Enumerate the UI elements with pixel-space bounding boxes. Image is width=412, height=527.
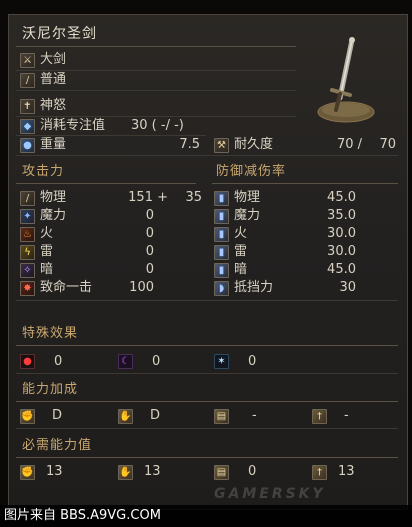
divider bbox=[16, 90, 296, 91]
dark-guard-icon: ▮ bbox=[214, 263, 229, 278]
weight-label: 重量 bbox=[40, 137, 67, 152]
gamersky-watermark: GAMERSKY bbox=[214, 486, 326, 502]
attack-critical-label: 致命一击 bbox=[40, 280, 93, 295]
faith-icon: † bbox=[312, 465, 327, 480]
effect-poison-value: 0 bbox=[152, 354, 161, 369]
divider bbox=[16, 373, 398, 374]
weight-value: 7.5 bbox=[179, 137, 200, 152]
divider bbox=[16, 300, 398, 301]
scaling-header-divider bbox=[16, 401, 398, 402]
attack-fire-value: 0 bbox=[145, 226, 154, 241]
attack-lightning-label: 雷 bbox=[40, 244, 54, 259]
lightning-guard-icon: ▮ bbox=[214, 245, 229, 260]
attack-physical-value: 151 + bbox=[128, 190, 168, 205]
fire-guard-icon: ▮ bbox=[214, 227, 229, 242]
durability-icon: ⚒ bbox=[214, 138, 229, 153]
effect-frost-value: 0 bbox=[248, 354, 257, 369]
scaling-header: 能力加成 bbox=[22, 382, 79, 397]
req-strength-value: 13 bbox=[46, 464, 63, 479]
magic-icon: ✦ bbox=[20, 209, 35, 224]
durability-label: 耐久度 bbox=[234, 137, 274, 152]
faith-icon: † bbox=[312, 409, 327, 424]
fire-icon: ♨ bbox=[20, 227, 35, 242]
dexterity-icon: ✋ bbox=[118, 409, 133, 424]
scaling-intelligence-value: - bbox=[252, 408, 257, 423]
durability-value: 70 / bbox=[336, 137, 362, 152]
attack-magic-value: 0 bbox=[145, 208, 154, 223]
defense-header-divider bbox=[212, 183, 398, 184]
lightning-icon: ϟ bbox=[20, 245, 35, 260]
attack-physical-label: 物理 bbox=[40, 190, 67, 205]
fp-cost-label: 消耗专注值 bbox=[40, 118, 106, 133]
critical-icon: ✸ bbox=[20, 281, 35, 296]
defense-physical-label: 物理 bbox=[234, 190, 261, 205]
defense-stability-value: 30 bbox=[339, 280, 356, 295]
defense-dark-value: 45.0 bbox=[327, 262, 356, 277]
fp-cost-icon: ◆ bbox=[20, 119, 35, 134]
defense-fire-label: 火 bbox=[234, 226, 248, 241]
attack-fire-label: 火 bbox=[40, 226, 54, 241]
attack-dark-value: 0 bbox=[145, 262, 154, 277]
stability-icon: ◗ bbox=[214, 281, 229, 296]
weapon-attack-type: 普通 bbox=[40, 72, 67, 87]
requirements-header: 必需能力值 bbox=[22, 438, 93, 453]
weapon-image bbox=[300, 32, 394, 126]
sword-icon: / bbox=[20, 191, 35, 206]
strength-icon: ✊ bbox=[20, 465, 35, 480]
greatsword-icon: ⚔ bbox=[20, 53, 35, 68]
physical-guard-icon: ▮ bbox=[214, 191, 229, 206]
scaling-dexterity-value: D bbox=[150, 408, 161, 423]
weapon-name: 沃尼尔圣剑 bbox=[22, 26, 97, 42]
effect-bleed-value: 0 bbox=[54, 354, 63, 369]
divider bbox=[16, 155, 398, 156]
defense-stability-label: 抵挡力 bbox=[234, 280, 274, 295]
effects-header-divider bbox=[16, 345, 398, 346]
weapon-skill: 神怒 bbox=[40, 98, 67, 113]
strength-icon: ✊ bbox=[20, 409, 35, 424]
attack-type-icon: / bbox=[20, 73, 35, 88]
attack-header: 攻击力 bbox=[22, 164, 65, 179]
title-divider bbox=[16, 46, 296, 47]
req-faith-value: 13 bbox=[338, 464, 355, 479]
dexterity-icon: ✋ bbox=[118, 465, 133, 480]
dark-icon: ✧ bbox=[20, 263, 35, 278]
defense-header: 防御减伤率 bbox=[216, 164, 287, 179]
attack-header-divider bbox=[16, 183, 196, 184]
divider bbox=[16, 428, 398, 429]
defense-lightning-label: 雷 bbox=[234, 244, 248, 259]
skill-icon: ✝ bbox=[20, 99, 35, 114]
divider bbox=[16, 70, 296, 71]
defense-lightning-value: 30.0 bbox=[327, 244, 356, 259]
divider bbox=[16, 116, 296, 117]
effects-header: 特殊效果 bbox=[22, 326, 79, 341]
attack-dark-label: 暗 bbox=[40, 262, 54, 277]
attack-critical-value: 100 bbox=[129, 280, 154, 295]
intelligence-icon: ▤ bbox=[214, 409, 229, 424]
req-intelligence-value: 0 bbox=[248, 464, 257, 479]
intelligence-icon: ▤ bbox=[214, 465, 229, 480]
magic-guard-icon: ▮ bbox=[214, 209, 229, 224]
req-dexterity-value: 13 bbox=[144, 464, 161, 479]
fp-cost-value: 30 ( -/ -) bbox=[131, 118, 184, 133]
defense-dark-label: 暗 bbox=[234, 262, 248, 277]
divider bbox=[16, 135, 206, 136]
source-watermark: 图片来自 BBS.A9VG.COM bbox=[0, 505, 412, 527]
requirements-header-divider bbox=[16, 457, 398, 458]
defense-fire-value: 30.0 bbox=[327, 226, 356, 241]
attack-lightning-value: 0 bbox=[145, 244, 154, 259]
poison-icon: ☾ bbox=[118, 354, 133, 369]
attack-magic-label: 魔力 bbox=[40, 208, 67, 223]
weight-icon: ● bbox=[20, 138, 35, 153]
defense-physical-value: 45.0 bbox=[327, 190, 356, 205]
attack-physical-bonus: 35 bbox=[185, 190, 202, 205]
bleed-icon: ● bbox=[20, 354, 35, 369]
scaling-strength-value: D bbox=[52, 408, 63, 423]
defense-magic-value: 35.0 bbox=[327, 208, 356, 223]
frost-icon: ✶ bbox=[214, 354, 229, 369]
weapon-category: 大剑 bbox=[40, 52, 67, 67]
defense-magic-label: 魔力 bbox=[234, 208, 261, 223]
scaling-faith-value: - bbox=[344, 408, 349, 423]
durability-max: 70 bbox=[379, 137, 396, 152]
